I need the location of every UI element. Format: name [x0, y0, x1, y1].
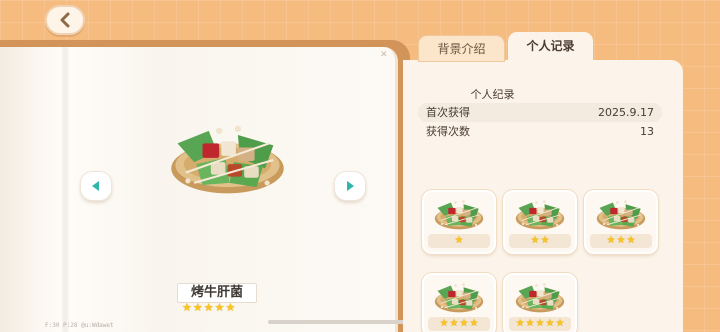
variant-card[interactable]: ★ ★ [503, 190, 577, 254]
star-icon: ★ [214, 301, 225, 314]
debug-overlay: F:30 P:28 @u:Wdawet [45, 322, 114, 329]
star-icon: ★ [515, 318, 525, 329]
variant-stars: ★ [428, 234, 490, 248]
star-icon: ★ [525, 318, 535, 329]
page-corner-mark: ✕ [380, 50, 388, 60]
star-icon: ★ [535, 318, 545, 329]
chevron-left-icon [60, 12, 70, 28]
variant-stars: ★ ★ [509, 234, 571, 248]
record-value: 2025.9.17 [598, 106, 654, 119]
star-icon: ★ [616, 235, 626, 246]
record-title: 个人纪录 [470, 88, 515, 101]
variant-stars: ★ ★ ★ ★ ★ [509, 317, 571, 331]
next-page-button[interactable] [334, 171, 366, 201]
star-icon: ★ [555, 318, 565, 329]
star-icon: ★ [454, 235, 464, 246]
variant-card[interactable]: ★ ★ ★ [584, 190, 658, 254]
star-icon: ★ [606, 235, 616, 246]
variant-card[interactable]: ★ ★ ★ ★ ★ [503, 273, 577, 332]
star-icon: ★ [530, 235, 540, 246]
item-name: 烤牛肝菌 [177, 283, 257, 303]
star-icon: ★ [540, 235, 550, 246]
record-label: 首次获得 [426, 106, 470, 119]
star-icon: ★ [225, 301, 236, 314]
variant-stars: ★ ★ ★ ★ [428, 317, 490, 331]
tab-personal-record[interactable]: 个人记录 [508, 32, 593, 62]
tab-background[interactable]: 背景介绍 [418, 35, 505, 62]
star-icon: ★ [182, 301, 192, 314]
food-thumbnail [513, 198, 567, 232]
page-fold [62, 47, 70, 332]
variant-stars: ★ ★ ★ [590, 234, 652, 248]
star-icon: ★ [469, 318, 479, 329]
food-thumbnail [432, 198, 486, 232]
record-label: 获得次数 [426, 125, 470, 138]
food-image [165, 120, 290, 200]
triangle-right-icon [347, 181, 354, 191]
item-rarity-stars: ★ ★ ★ ★ ★ [182, 302, 235, 314]
star-icon: ★ [545, 318, 555, 329]
record-row-obtain-count: 获得次数 13 [418, 122, 662, 141]
food-thumbnail [432, 281, 486, 315]
star-icon: ★ [459, 318, 469, 329]
star-icon: ★ [192, 301, 203, 314]
triangle-left-icon [92, 181, 99, 191]
star-icon: ★ [203, 301, 214, 314]
back-button[interactable] [45, 5, 85, 35]
record-row-first-obtained: 首次获得 2025.9.17 [418, 103, 662, 122]
variant-card[interactable]: ★ [422, 190, 496, 254]
variant-card[interactable]: ★ ★ ★ ★ [422, 273, 496, 332]
food-thumbnail [513, 281, 567, 315]
star-icon: ★ [449, 318, 459, 329]
star-icon: ★ [439, 318, 449, 329]
prev-page-button[interactable] [80, 171, 112, 201]
star-icon: ★ [626, 235, 636, 246]
record-value: 13 [640, 125, 654, 138]
food-thumbnail [594, 198, 648, 232]
